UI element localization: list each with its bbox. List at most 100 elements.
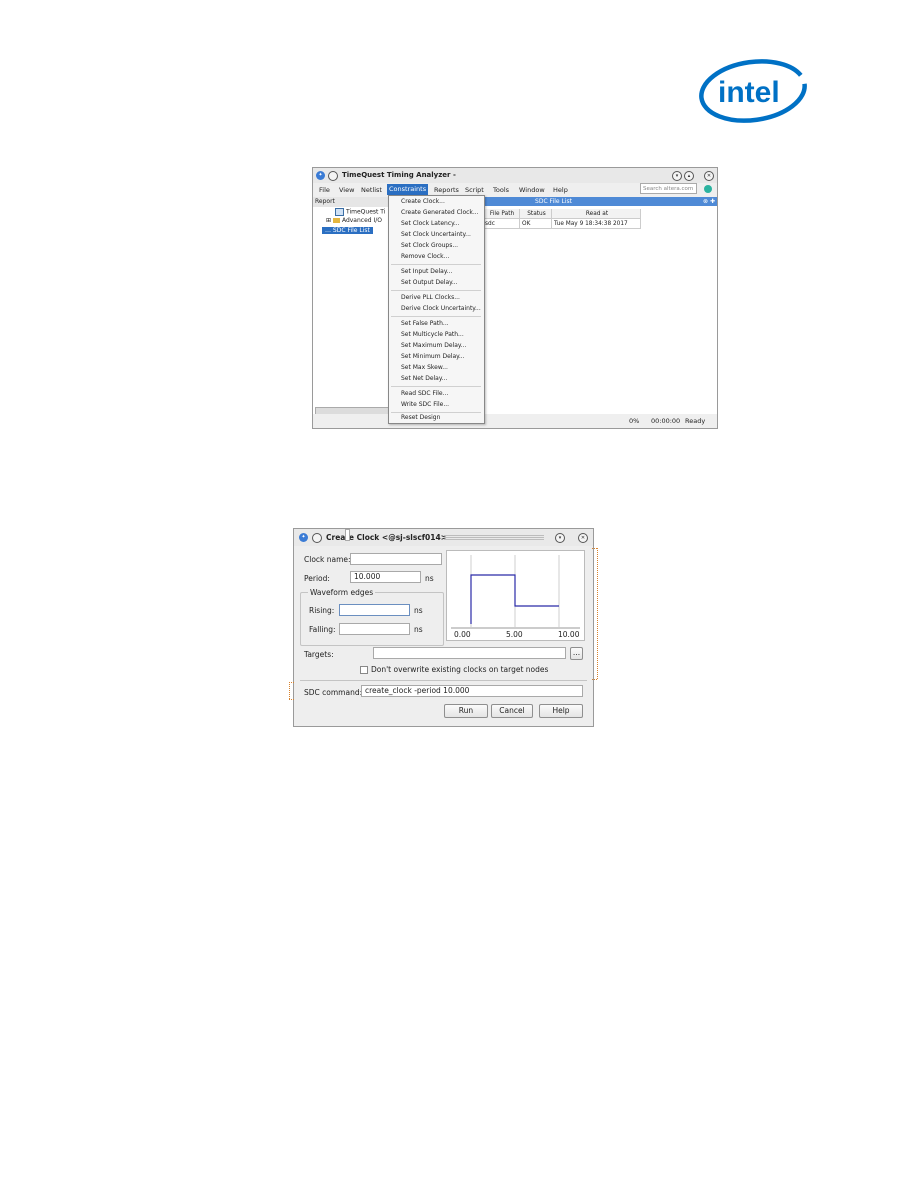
tree-item-sdc-file-list[interactable]: … SDC File List	[322, 227, 373, 234]
menu-set-input-delay[interactable]: Set Input Delay...	[401, 268, 452, 275]
menu-reports[interactable]: Reports	[434, 186, 459, 194]
cancel-button[interactable]: Cancel	[491, 704, 533, 718]
search-input[interactable]: Search altera.com	[640, 183, 697, 194]
menu-set-clock-latency[interactable]: Set Clock Latency...	[401, 220, 460, 227]
callout-bracket-left-bottom	[289, 699, 294, 700]
tree-item-advanced-io[interactable]: ⊞ Advanced I/O	[326, 217, 382, 224]
menu-file[interactable]: File	[319, 186, 330, 194]
menu-window[interactable]: Window	[519, 186, 545, 194]
period-input[interactable]: 10.000	[350, 571, 421, 583]
menu-circle-icon[interactable]	[328, 171, 338, 181]
minimize-icon[interactable]: ▾	[555, 533, 565, 543]
targets-input[interactable]	[373, 647, 566, 659]
report-pane: Report TimeQuest Ti ⊞ Advanced I/O … SDC…	[313, 197, 390, 415]
targets-input-spacer	[345, 529, 350, 541]
create-clock-dialog: ✦ Create Clock <@sj-slscf014> ▾ ✕ Clock …	[293, 528, 594, 727]
title-grip	[444, 535, 544, 541]
menu-set-clock-uncertainty[interactable]: Set Clock Uncertainty...	[401, 231, 471, 238]
cell-status[interactable]: OK	[520, 219, 552, 229]
menu-reset-design[interactable]: Reset Design	[401, 414, 440, 421]
menu-create-generated-clock[interactable]: Create Generated Clock...	[401, 209, 479, 216]
menu-netlist[interactable]: Netlist	[361, 186, 382, 194]
menu-derive-pll-clocks[interactable]: Derive PLL Clocks...	[401, 294, 460, 301]
waveform-edges-group	[300, 592, 444, 646]
menu-circle-icon[interactable]	[312, 533, 322, 543]
clock-name-label: Clock name:	[304, 555, 351, 564]
menu-write-sdc-file[interactable]: Write SDC File...	[401, 401, 449, 408]
status-progress: 0%	[629, 417, 640, 425]
tick-label-0: 0.00	[454, 630, 471, 639]
menu-constraints[interactable]: Constraints	[387, 184, 429, 195]
close-icon[interactable]: ✕	[578, 533, 588, 543]
menu-help[interactable]: Help	[553, 186, 568, 194]
folder-icon	[332, 218, 340, 223]
menu-set-false-path[interactable]: Set False Path...	[401, 320, 449, 327]
period-label: Period:	[304, 574, 330, 583]
callout-bracket-left-top	[289, 682, 294, 683]
expand-icon[interactable]: ⊞	[326, 217, 331, 224]
window-title: TimeQuest Timing Analyzer -	[342, 171, 456, 179]
constraints-dropdown: Create Clock... Create Generated Clock..…	[388, 195, 485, 424]
status-bar: 0% 00:00:00 Ready	[313, 414, 717, 428]
menu-view[interactable]: View	[339, 186, 354, 194]
menu-set-clock-groups[interactable]: Set Clock Groups...	[401, 242, 458, 249]
table-icon	[335, 208, 344, 216]
column-header-read-at[interactable]: Read at	[552, 209, 641, 219]
menu-separator	[391, 386, 481, 387]
callout-bracket-right-top	[592, 548, 597, 549]
browse-targets-button[interactable]: ...	[570, 647, 583, 660]
menu-separator	[391, 290, 481, 291]
help-button[interactable]: Help	[539, 704, 583, 718]
app-icon: ✦	[316, 171, 325, 180]
menu-read-sdc-file[interactable]: Read SDC File...	[401, 390, 448, 397]
run-button[interactable]: Run	[444, 704, 488, 718]
status-state: Ready	[685, 417, 706, 425]
menu-tools[interactable]: Tools	[493, 186, 509, 194]
app-icon: ✦	[299, 533, 308, 542]
panel-close-icon[interactable]: ⊗ ✚	[703, 197, 715, 206]
logo-text: intel	[718, 76, 780, 109]
rising-label: Rising:	[309, 606, 335, 615]
menu-separator	[391, 316, 481, 317]
menu-create-clock[interactable]: Create Clock...	[401, 198, 445, 205]
callout-bracket-left	[289, 682, 290, 699]
report-header: Report	[313, 197, 389, 207]
tree-item-timequest[interactable]: TimeQuest Ti	[335, 208, 385, 216]
intel-logo: intel	[699, 59, 807, 123]
callout-bracket-right	[597, 548, 598, 679]
menu-separator	[391, 264, 481, 265]
tick-label-5: 5.00	[506, 630, 523, 639]
dialog-divider	[300, 680, 587, 681]
rising-unit: ns	[414, 606, 423, 615]
menu-set-minimum-delay[interactable]: Set Minimum Delay...	[401, 353, 465, 360]
sdc-command-field[interactable]: create_clock -period 10.000	[361, 685, 583, 697]
menu-set-net-delay[interactable]: Set Net Delay...	[401, 375, 447, 382]
dont-overwrite-checkbox[interactable]	[360, 666, 368, 674]
column-header-file-path[interactable]: File Path	[483, 209, 520, 219]
menu-separator	[391, 412, 481, 413]
targets-label: Targets:	[304, 650, 334, 659]
falling-label: Falling:	[309, 625, 336, 634]
menu-set-maximum-delay[interactable]: Set Maximum Delay...	[401, 342, 466, 349]
maximize-icon[interactable]: ▴	[684, 171, 694, 181]
waveform-edges-label: Waveform edges	[308, 588, 376, 597]
status-time: 00:00:00	[651, 417, 681, 425]
menu-set-multicycle-path[interactable]: Set Multicycle Path...	[401, 331, 464, 338]
dont-overwrite-label: Don't overwrite existing clocks on targe…	[371, 665, 549, 674]
rising-input[interactable]	[339, 604, 410, 616]
menu-set-output-delay[interactable]: Set Output Delay...	[401, 279, 458, 286]
close-icon[interactable]: ✕	[704, 171, 714, 181]
menu-remove-clock[interactable]: Remove Clock...	[401, 253, 449, 260]
menu-script[interactable]: Script	[465, 186, 484, 194]
cell-file-path[interactable]: sdc	[483, 219, 520, 229]
title-bar: ✦ TimeQuest Timing Analyzer - ▾ ▴ ✕	[313, 168, 717, 183]
menu-set-max-skew[interactable]: Set Max Skew...	[401, 364, 448, 371]
clock-name-input[interactable]	[350, 553, 442, 565]
menu-derive-clock-uncertainty[interactable]: Derive Clock Uncertainty...	[401, 305, 481, 312]
falling-input[interactable]	[339, 623, 410, 635]
column-header-status[interactable]: Status	[520, 209, 552, 219]
cell-read-at[interactable]: Tue May 9 18:34:38 2017	[552, 219, 641, 229]
globe-icon[interactable]	[704, 185, 712, 193]
minimize-icon[interactable]: ▾	[672, 171, 682, 181]
falling-unit: ns	[414, 625, 423, 634]
